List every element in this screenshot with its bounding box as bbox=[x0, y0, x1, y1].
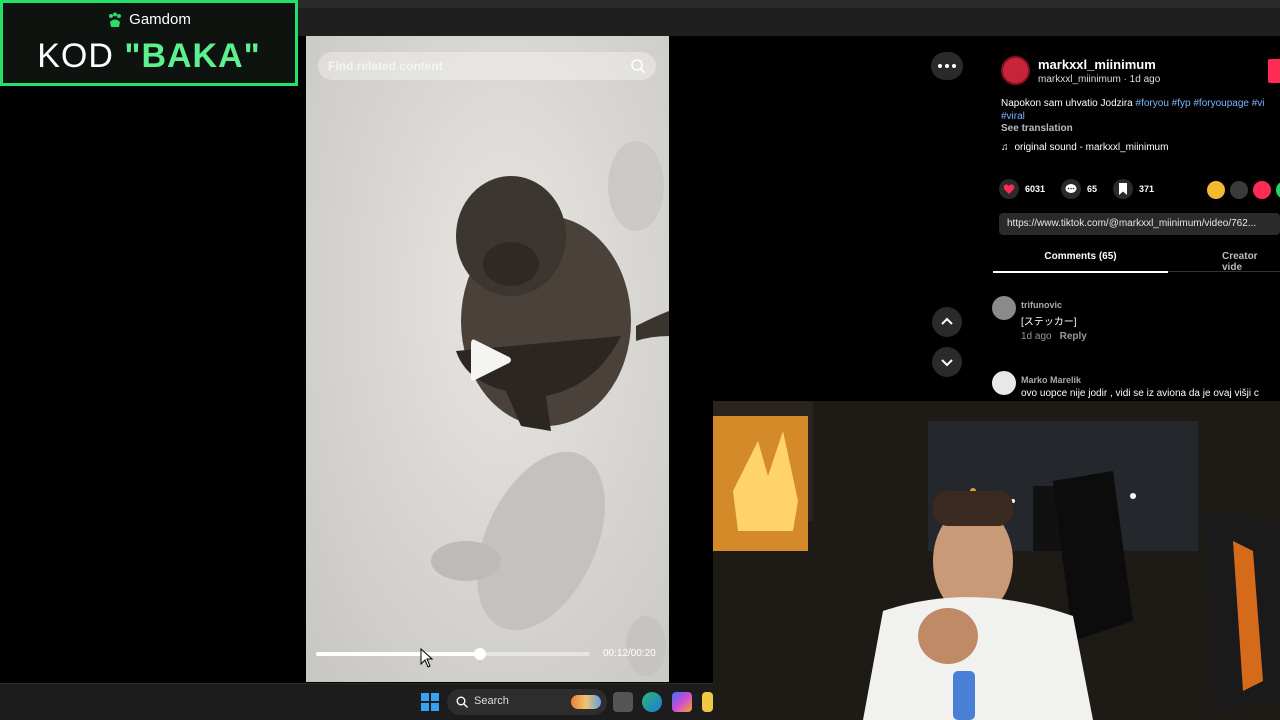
caption-text: Napokon sam uhvatio Jodzira bbox=[1001, 98, 1136, 109]
webcam-image bbox=[713, 401, 1280, 720]
next-video-button[interactable] bbox=[932, 347, 962, 377]
more-options-button[interactable] bbox=[931, 52, 963, 80]
heart-icon bbox=[1003, 184, 1015, 194]
tab-comments[interactable]: Comments (65) bbox=[993, 251, 1168, 273]
comment-username[interactable]: trifunovic bbox=[1021, 300, 1062, 310]
like-button[interactable] bbox=[999, 179, 1019, 199]
hashtag-link[interactable]: #viral bbox=[1001, 111, 1025, 122]
paw-icon bbox=[109, 12, 122, 27]
share-icons bbox=[1207, 181, 1280, 199]
windows-start-icon[interactable] bbox=[421, 693, 439, 711]
related-search-input[interactable]: Find related content bbox=[318, 52, 656, 80]
music-note-icon: ♫ bbox=[1001, 142, 1009, 153]
task-view-icon[interactable] bbox=[613, 692, 633, 712]
author-subline: markxxl_miinimum · 1d ago bbox=[1038, 74, 1161, 85]
progress-bar[interactable] bbox=[316, 648, 590, 660]
comment-text: ovo uopce nije jodir , vidi se iz aviona… bbox=[1021, 388, 1259, 399]
mouse-cursor-icon bbox=[420, 648, 434, 668]
author-name[interactable]: markxxl_miinimum bbox=[1038, 57, 1156, 72]
save-count: 371 bbox=[1139, 184, 1155, 194]
copilot-icon[interactable] bbox=[672, 692, 692, 712]
video-time: 00:12/00:20 bbox=[603, 648, 656, 659]
comment-meta: 1d ago Reply bbox=[1021, 331, 1087, 342]
promo-brand-label: Gamdom bbox=[129, 11, 191, 28]
search-highlight-icon bbox=[571, 695, 601, 709]
file-explorer-icon[interactable] bbox=[702, 692, 713, 712]
promo-code-value: "BAKA" bbox=[124, 37, 261, 75]
save-button[interactable] bbox=[1113, 179, 1134, 199]
post-caption: Napokon sam uhvatio Jodzira #foryou #fyp… bbox=[1001, 97, 1280, 123]
reply-button[interactable]: Reply bbox=[1060, 331, 1087, 342]
see-translation-link[interactable]: See translation bbox=[1001, 123, 1073, 134]
embed-icon[interactable] bbox=[1207, 181, 1225, 199]
promo-banner: Gamdom KOD "BAKA" bbox=[0, 0, 298, 86]
windows-taskbar: Search bbox=[0, 683, 713, 720]
comment-button[interactable] bbox=[1061, 179, 1082, 199]
tab-creator-videos[interactable]: Creator vide bbox=[1222, 251, 1280, 273]
comment-username[interactable]: Marko Marelik bbox=[1021, 375, 1081, 385]
comment-avatar[interactable] bbox=[992, 296, 1016, 320]
tab-strip bbox=[298, 0, 1280, 8]
video-player[interactable]: Find related content 00:12/00:20 bbox=[306, 36, 669, 682]
hashtag-link[interactable]: #vi bbox=[1252, 98, 1265, 109]
comment-count: 65 bbox=[1087, 184, 1098, 194]
browser-chrome bbox=[298, 0, 1280, 36]
chevron-down-icon bbox=[941, 359, 953, 367]
copy-link-field[interactable]: https://www.tiktok.com/@markxxl_miinimum… bbox=[999, 213, 1280, 235]
promo-code-prefix: KOD bbox=[37, 37, 125, 75]
related-search-placeholder: Find related content bbox=[328, 59, 443, 73]
play-icon[interactable] bbox=[469, 336, 513, 384]
code-icon[interactable] bbox=[1230, 181, 1248, 199]
webcam-overlay bbox=[713, 401, 1280, 720]
chevron-up-icon bbox=[941, 317, 953, 325]
author-avatar[interactable] bbox=[1001, 56, 1030, 85]
promo-code: KOD "BAKA" bbox=[3, 37, 295, 76]
hashtag-link[interactable]: #foryou bbox=[1136, 98, 1169, 109]
comment-time: 1d ago bbox=[1021, 331, 1052, 342]
like-count: 6031 bbox=[1025, 184, 1046, 194]
comment-tabs: Comments (65) Creator vide bbox=[993, 248, 1280, 273]
progress-fill bbox=[316, 652, 481, 656]
engagement-stats: 6031 65 371 bbox=[999, 179, 1170, 199]
sound-label: original sound - markxxl_miinimum bbox=[1014, 142, 1169, 153]
taskbar-search[interactable]: Search bbox=[447, 689, 607, 715]
previous-video-button[interactable] bbox=[932, 307, 962, 337]
bookmark-icon bbox=[1119, 183, 1128, 195]
comment-text: [ステッカー] bbox=[1021, 317, 1077, 328]
search-icon bbox=[456, 696, 468, 708]
sound-link[interactable]: ♫ original sound - markxxl_miinimum bbox=[1001, 142, 1168, 153]
promo-brand: Gamdom bbox=[3, 11, 295, 28]
taskbar-search-label: Search bbox=[474, 695, 509, 707]
whatsapp-icon[interactable] bbox=[1276, 181, 1280, 199]
follow-button[interactable] bbox=[1268, 59, 1280, 83]
comment-icon bbox=[1065, 184, 1077, 193]
send-icon[interactable] bbox=[1253, 181, 1271, 199]
edge-browser-icon[interactable] bbox=[642, 692, 662, 712]
search-icon[interactable] bbox=[630, 58, 646, 74]
hashtag-link[interactable]: #foryoupage bbox=[1193, 98, 1249, 109]
hashtag-link[interactable]: #fyp bbox=[1172, 98, 1191, 109]
comment-avatar[interactable] bbox=[992, 371, 1016, 395]
